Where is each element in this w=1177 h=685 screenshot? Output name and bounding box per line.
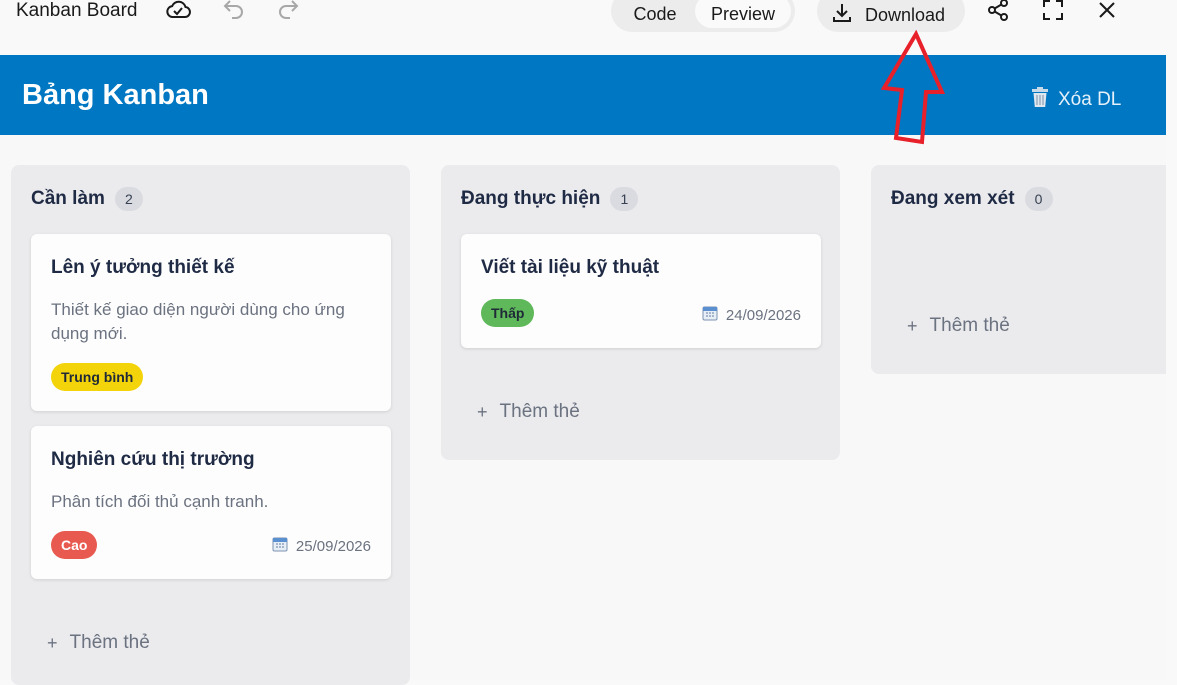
due-date-text: 25/09/2026	[295, 537, 371, 555]
column-count-badge: 2	[114, 187, 143, 211]
view-toggle: Code Preview	[611, 0, 795, 32]
card-title: Viết tài liệu kỹ thuật	[481, 257, 660, 278]
task-card[interactable]: Lên ý tưởng thiết kế Thiết kế giao diện …	[31, 234, 391, 411]
add-card-button[interactable]: + Thêm thẻ	[477, 401, 580, 423]
column-header: Đang thực hiện 1	[461, 187, 639, 211]
priority-badge: Cao	[51, 531, 98, 559]
calendar-icon	[702, 305, 718, 325]
plus-icon: +	[47, 632, 58, 653]
column-review: Đang xem xét 0 + Thêm thẻ	[871, 165, 1166, 374]
annotation-arrow-icon	[878, 29, 946, 151]
add-card-label: Thêm thẻ	[929, 315, 1010, 336]
due-date: 24/09/2026	[702, 305, 801, 325]
column-header: Đang xem xét 0	[891, 187, 1053, 211]
add-card-button[interactable]: + Thêm thẻ	[907, 315, 1010, 337]
priority-badge: Thấp	[481, 299, 535, 327]
add-card-label: Thêm thẻ	[69, 632, 150, 653]
clear-data-button[interactable]: Xóa DL	[1030, 86, 1121, 114]
trash-icon	[1030, 86, 1050, 114]
app-title: Kanban Board	[16, 0, 138, 21]
fullscreen-icon[interactable]	[1042, 0, 1064, 21]
column-todo: Cần làm 2 Lên ý tưởng thiết kế Thiết kế …	[11, 165, 410, 685]
page-title: Bảng Kanban	[22, 79, 209, 111]
task-card[interactable]: Viết tài liệu kỹ thuật Thấp 24/09/2026	[461, 234, 821, 348]
due-date: 25/09/2026	[272, 536, 371, 556]
add-card-button[interactable]: + Thêm thẻ	[47, 632, 150, 654]
redo-icon[interactable]	[276, 0, 300, 20]
clear-data-label: Xóa DL	[1058, 89, 1122, 110]
download-icon	[831, 2, 853, 29]
column-title: Cần làm	[31, 188, 105, 209]
cloud-check-icon[interactable]	[164, 0, 192, 22]
card-title: Lên ý tưởng thiết kế	[51, 257, 235, 278]
close-icon[interactable]	[1097, 0, 1117, 20]
column-in-progress: Đang thực hiện 1 Viết tài liệu kỹ thuật …	[441, 165, 840, 460]
column-count-badge: 0	[1024, 187, 1053, 211]
card-description: Thiết kế giao diện người dùng cho ứng dụ…	[51, 300, 345, 343]
task-card[interactable]: Nghiên cứu thị trường Phân tích đối thủ …	[31, 426, 391, 579]
card-description: Phân tích đối thủ cạnh tranh.	[51, 492, 269, 511]
column-header: Cần làm 2	[31, 187, 143, 211]
column-count-badge: 1	[610, 187, 639, 211]
column-title: Đang thực hiện	[461, 188, 601, 209]
tab-code[interactable]: Code	[615, 0, 695, 28]
undo-icon[interactable]	[222, 0, 246, 20]
app-toolbar: Kanban Board Code Preview Download	[0, 0, 1177, 55]
add-card-label: Thêm thẻ	[499, 401, 580, 422]
share-icon[interactable]	[986, 0, 1010, 22]
plus-icon: +	[907, 315, 918, 336]
download-label: Download	[865, 4, 946, 25]
due-date-text: 24/09/2026	[725, 306, 801, 324]
download-button[interactable]: Download	[817, 0, 965, 32]
column-title: Đang xem xét	[891, 188, 1015, 209]
calendar-icon	[272, 536, 288, 556]
plus-icon: +	[477, 401, 488, 422]
board-header: Bảng Kanban Xóa DL	[0, 55, 1166, 135]
priority-badge: Trung bình	[51, 363, 144, 391]
card-title: Nghiên cứu thị trường	[51, 449, 255, 470]
tab-preview[interactable]: Preview	[695, 0, 791, 28]
